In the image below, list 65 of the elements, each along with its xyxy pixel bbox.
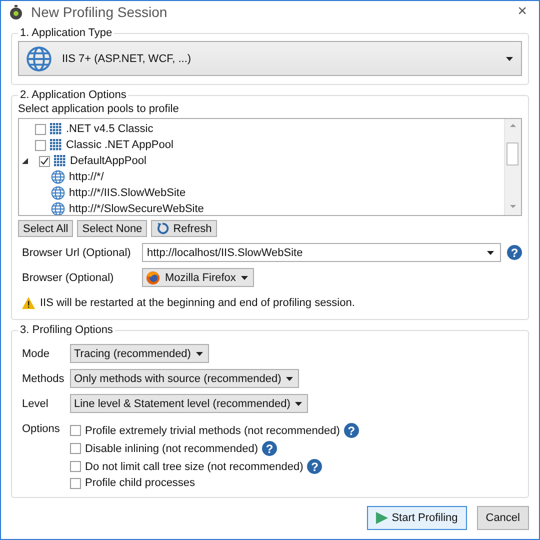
site-label[interactable]: http://*/: [69, 171, 104, 183]
browser-dropdown[interactable]: Mozilla Firefox: [142, 268, 254, 287]
option-label[interactable]: Profile extremely trivial methods (not recommended): [85, 424, 340, 436]
cancel-button[interactable]: Cancel: [476, 506, 529, 530]
globe-icon: [51, 170, 65, 184]
refresh-icon: [156, 222, 170, 235]
tree-action-button[interactable]: Select None: [77, 220, 148, 237]
caret-icon: [240, 276, 248, 280]
pool-label[interactable]: .NET v4.5 Classic: [66, 123, 154, 135]
checkbox[interactable]: [35, 140, 46, 150]
checkbox[interactable]: [70, 425, 81, 436]
browser-globe-icon: [146, 270, 160, 284]
checkbox[interactable]: [39, 156, 50, 166]
tree-action-button[interactable]: Refresh: [151, 220, 217, 237]
checkbox[interactable]: [70, 461, 81, 472]
section-legend: 3. Profiling Options: [18, 324, 115, 336]
option-dropdown[interactable]: Only methods with source (recommended): [70, 369, 300, 388]
grid-icon: [50, 139, 62, 151]
stopwatch-icon: [9, 4, 23, 20]
pools-label: Select application pools to profile: [18, 103, 180, 115]
tree-action-button[interactable]: Select All: [18, 220, 74, 237]
option-label[interactable]: Do not limit call tree size (not recommended): [85, 460, 304, 472]
site-label[interactable]: http://*/SlowSecureWebSite: [69, 203, 204, 215]
section-legend: 1. Application Type: [18, 27, 114, 39]
option-label[interactable]: Profile child processes: [85, 477, 196, 489]
caret-icon: [487, 250, 494, 254]
globe-icon: [26, 46, 52, 72]
checkbox[interactable]: [35, 124, 46, 134]
grid-icon: [54, 155, 66, 167]
close-button[interactable]: ×: [514, 4, 531, 20]
grid-icon: [50, 123, 62, 135]
warning-text: IIS will be restarted at the beginning and end of profiling session.: [40, 297, 355, 309]
start-profiling-button[interactable]: Start Profiling: [366, 506, 467, 530]
help-button[interactable]: ?: [307, 459, 322, 474]
application-type-dropdown[interactable]: IIS 7+ (ASP.NET, WCF, ...): [18, 41, 522, 76]
caret-icon: [286, 376, 294, 380]
globe-icon: [51, 186, 65, 200]
help-button[interactable]: ?: [262, 441, 278, 456]
help-button[interactable]: ?: [344, 423, 359, 438]
browser-url-field[interactable]: http://localhost/IIS.SlowWebSite: [142, 243, 501, 262]
warning-icon: [22, 297, 35, 309]
scrollbar[interactable]: [504, 119, 521, 215]
field-label: Options: [22, 423, 61, 435]
field-label: Browser Url (Optional): [22, 246, 132, 258]
option-label[interactable]: Disable inlining (not recommended): [85, 442, 258, 454]
pool-label[interactable]: Classic .NET AppPool: [66, 139, 174, 151]
field-label: Methods: [22, 372, 66, 384]
checkbox[interactable]: [70, 443, 81, 454]
field-label: Browser (Optional): [22, 272, 115, 284]
option-dropdown[interactable]: Tracing (recommended): [70, 344, 209, 363]
section-legend: 2. Application Options: [18, 89, 128, 101]
help-button[interactable]: ?: [507, 245, 522, 260]
field-label: Level: [22, 398, 50, 410]
globe-icon: [51, 202, 65, 215]
option-dropdown[interactable]: Line level & Statement level (recommended): [70, 394, 308, 413]
caret-icon: [295, 402, 302, 406]
caret-icon: [196, 352, 203, 356]
play-icon: [376, 512, 388, 524]
field-label: Mode: [22, 348, 51, 360]
caret-icon: [506, 56, 513, 60]
checkbox[interactable]: [70, 478, 81, 488]
pool-label[interactable]: DefaultAppPool: [70, 155, 146, 167]
site-label[interactable]: http://*/IIS.SlowWebSite: [69, 187, 186, 199]
window-title: New Profiling Session: [31, 4, 168, 20]
expanded-triangle-icon[interactable]: [22, 158, 28, 164]
